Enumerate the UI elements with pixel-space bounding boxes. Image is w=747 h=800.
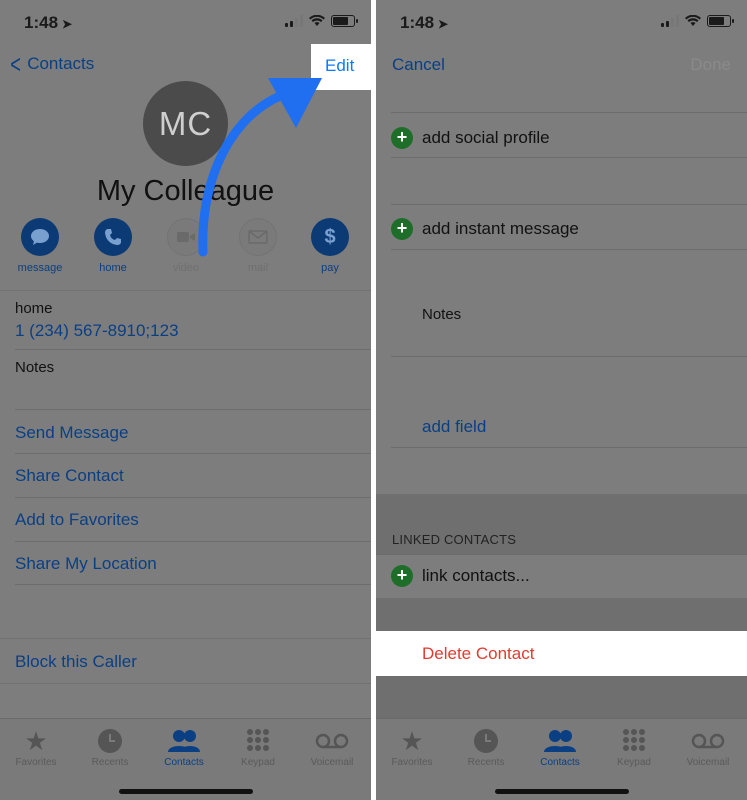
contacts-icon bbox=[544, 730, 576, 752]
divider bbox=[15, 453, 371, 454]
phone-number[interactable]: 1 (234) 567-8910;123 bbox=[15, 321, 179, 341]
tab-recents[interactable]: Recents bbox=[74, 727, 146, 768]
wifi-icon bbox=[685, 15, 701, 26]
tab-keypad-label: Keypad bbox=[241, 757, 275, 768]
tab-contacts[interactable]: Contacts bbox=[148, 727, 220, 768]
voicemail-icon bbox=[315, 733, 349, 749]
divider bbox=[0, 683, 371, 684]
linked-contacts-header: LINKED CONTACTS bbox=[392, 532, 517, 547]
tab-recents-label: Recents bbox=[91, 757, 129, 768]
add-social-profile[interactable]: add social profile bbox=[422, 128, 550, 148]
battery-icon bbox=[707, 15, 734, 27]
divider bbox=[391, 356, 747, 357]
home-indicator bbox=[494, 789, 629, 794]
share-contact-link[interactable]: Share Contact bbox=[15, 466, 124, 486]
phone-label: home bbox=[15, 300, 53, 317]
tab-favorites[interactable]: ★ Favorites bbox=[376, 725, 448, 769]
keypad-icon bbox=[247, 729, 269, 751]
delete-contact-button[interactable]: Delete Contact bbox=[376, 631, 747, 676]
link-contacts[interactable]: link contacts... bbox=[422, 566, 530, 586]
tab-voicemail-label: Voicemail bbox=[310, 757, 354, 768]
tab-keypad[interactable]: Keypad bbox=[222, 727, 294, 768]
notes-label[interactable]: Notes bbox=[422, 306, 461, 323]
voicemail-icon bbox=[691, 733, 725, 749]
block-caller-link[interactable]: Block this Caller bbox=[15, 652, 137, 672]
divider bbox=[376, 554, 747, 555]
tab-bar: ★ Favorites Recents Contacts Keypad Voic… bbox=[376, 718, 747, 800]
tab-contacts[interactable]: Contacts bbox=[524, 727, 596, 768]
signal-icon bbox=[661, 15, 679, 27]
divider bbox=[0, 638, 371, 639]
curved-arrow-icon bbox=[198, 78, 322, 257]
location-arrow-icon: ➤ bbox=[438, 17, 449, 31]
divider bbox=[391, 204, 747, 205]
add-icon[interactable]: + bbox=[391, 127, 413, 149]
tab-contacts-label: Contacts bbox=[164, 757, 204, 768]
keypad-icon bbox=[623, 729, 645, 751]
contact-detail-screen: 1:48 ➤ < Contacts MC My Colleague message… bbox=[0, 0, 371, 800]
send-message-link[interactable]: Send Message bbox=[15, 423, 128, 443]
add-instant-message[interactable]: add instant message bbox=[422, 219, 579, 239]
share-my-location-link[interactable]: Share My Location bbox=[15, 554, 157, 574]
add-icon[interactable]: + bbox=[391, 218, 413, 240]
tab-favorites-label: Favorites bbox=[391, 757, 433, 768]
divider bbox=[391, 112, 747, 113]
edit-contact-screen: 1:48 ➤ Cancel Done + add social profile +… bbox=[376, 0, 747, 800]
tab-keypad-label: Keypad bbox=[617, 757, 651, 768]
delete-contact-label: Delete Contact bbox=[422, 644, 535, 663]
tab-favorites[interactable]: ★ Favorites bbox=[0, 725, 72, 769]
divider bbox=[391, 249, 747, 250]
section-spacer bbox=[376, 598, 747, 631]
tab-keypad[interactable]: Keypad bbox=[598, 727, 670, 768]
tab-recents[interactable]: Recents bbox=[450, 727, 522, 768]
tab-voicemail[interactable]: Voicemail bbox=[672, 727, 744, 768]
section-spacer bbox=[376, 676, 747, 718]
cancel-button[interactable]: Cancel bbox=[392, 55, 445, 75]
status-bar: 1:48 ➤ bbox=[376, 0, 747, 44]
home-indicator bbox=[118, 789, 253, 794]
done-button[interactable]: Done bbox=[690, 55, 731, 75]
divider bbox=[391, 447, 747, 448]
tab-contacts-label: Contacts bbox=[540, 757, 580, 768]
tab-voicemail-label: Voicemail bbox=[686, 757, 730, 768]
notes-label: Notes bbox=[15, 359, 55, 376]
add-field-link[interactable]: add field bbox=[422, 417, 486, 437]
divider bbox=[15, 497, 371, 498]
divider bbox=[15, 349, 371, 350]
tab-recents-label: Recents bbox=[467, 757, 505, 768]
divider bbox=[15, 409, 371, 410]
add-to-favorites-link[interactable]: Add to Favorites bbox=[15, 510, 139, 530]
divider bbox=[15, 541, 371, 542]
tab-favorites-label: Favorites bbox=[15, 757, 57, 768]
divider bbox=[391, 157, 747, 158]
star-icon: ★ bbox=[24, 725, 48, 756]
tab-bar: ★ Favorites Recents Contacts Keypad Voic… bbox=[0, 718, 371, 800]
tab-voicemail[interactable]: Voicemail bbox=[296, 727, 368, 768]
add-icon[interactable]: + bbox=[391, 565, 413, 587]
clock-icon bbox=[474, 729, 498, 753]
status-time: 1:48 ➤ bbox=[400, 13, 449, 32]
divider bbox=[15, 584, 371, 585]
clock-icon bbox=[98, 729, 122, 753]
star-icon: ★ bbox=[400, 725, 424, 756]
contacts-icon bbox=[168, 730, 200, 752]
